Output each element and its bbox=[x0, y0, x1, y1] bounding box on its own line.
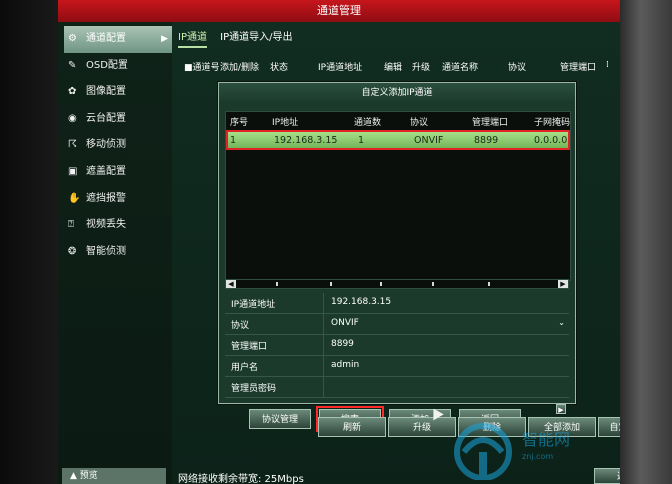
col-status: 状态 bbox=[270, 63, 289, 73]
palette-icon: ✿ bbox=[68, 86, 77, 98]
col-add-delete: 添加/删除 bbox=[220, 63, 260, 73]
grid-col-ip: IP地址 bbox=[272, 118, 299, 128]
col-channel: ■通道号 bbox=[184, 63, 220, 73]
col-name: 通道名称 bbox=[442, 63, 479, 73]
preview-button[interactable]: ▲ 预览 bbox=[62, 468, 166, 484]
col-ip: IP通道地址 bbox=[318, 63, 363, 73]
tab-ip-channel[interactable]: IP通道 bbox=[178, 28, 207, 48]
col-more: ⁞ bbox=[606, 60, 609, 70]
device-list: 序号 IP地址 通道数 协议 管理端口 子网掩码 1 192.168.3.15 … bbox=[225, 111, 571, 281]
username-field[interactable]: admin bbox=[331, 360, 359, 370]
wrench-icon: ✎ bbox=[68, 59, 77, 71]
grid-col-seq: 序号 bbox=[230, 118, 249, 128]
grid-col-channels: 通道数 bbox=[354, 118, 382, 128]
sidebar-item-ptz[interactable]: ◉ 云台配置 bbox=[64, 106, 172, 133]
sidebar-item-channel-config[interactable]: ⚙ 通道配置 ▶ bbox=[64, 26, 172, 53]
ip-field[interactable]: 192.168.3.15 bbox=[331, 297, 391, 307]
gear-icon: ⚙ bbox=[68, 33, 77, 44]
refresh-button[interactable]: 刷新 bbox=[318, 417, 386, 437]
dialog-title: 自定义添加IP通道 bbox=[219, 83, 575, 103]
cell-channels: 1 bbox=[358, 135, 365, 146]
sidebar-item-label: 视频丢失 bbox=[86, 219, 126, 231]
scroll-right-icon[interactable]: ▶ bbox=[556, 404, 566, 414]
smart-icon: ❂ bbox=[68, 245, 77, 257]
sidebar-item-label: 通道配置 bbox=[86, 33, 126, 44]
sidebar-item-label: 遮挡报警 bbox=[86, 192, 126, 204]
sidebar-item-video-loss[interactable]: ⍰ 视频丢失 bbox=[64, 212, 172, 239]
port-label: 管理端口 bbox=[231, 342, 268, 352]
sidebar-item-label: 遮盖配置 bbox=[86, 165, 126, 177]
grid-col-port: 管理端口 bbox=[472, 118, 509, 128]
upgrade-button[interactable]: 升级 bbox=[388, 417, 456, 437]
sidebar-item-image[interactable]: ✿ 图像配置 bbox=[64, 79, 172, 106]
channel-form: IP通道地址 192.168.3.15 协议 ONVIF ⌄ 管理端口 8899… bbox=[225, 293, 569, 398]
col-upgrade: 升级 bbox=[412, 63, 431, 73]
watermark-icon bbox=[454, 423, 512, 481]
scroll-tick bbox=[380, 282, 382, 286]
sidebar-item-tamper[interactable]: ✋ 遮挡报警 bbox=[64, 186, 172, 213]
home-icon: ▲ bbox=[70, 471, 80, 481]
sidebar-item-label: OSD配置 bbox=[86, 59, 128, 71]
main-content: IP通道 IP通道导入/导出 ■通道号 添加/删除 状态 IP通道地址 编辑 升… bbox=[172, 22, 620, 484]
table-row[interactable]: 1 192.168.3.15 1 ONVIF 8899 0.0.0.0 bbox=[226, 130, 570, 150]
scroll-tick bbox=[488, 282, 490, 286]
form-row-ip: IP通道地址 192.168.3.15 bbox=[225, 293, 569, 314]
watermark-text: 智能网 bbox=[522, 430, 571, 449]
form-row-port: 管理端口 8899 bbox=[225, 335, 569, 356]
grid-col-mask: 子网掩码 bbox=[534, 118, 571, 128]
grid-col-protocol: 协议 bbox=[410, 118, 429, 128]
username-label: 用户名 bbox=[231, 363, 259, 373]
tab-ip-import-export[interactable]: IP通道导入/导出 bbox=[220, 28, 292, 46]
form-row-user: 用户名 admin bbox=[225, 356, 569, 377]
bandwidth-status: 网络接收剩余带宽: 25Mbps bbox=[178, 474, 304, 484]
sidebar-item-smart[interactable]: ❂ 智能侦测 bbox=[64, 239, 172, 266]
ip-label: IP通道地址 bbox=[231, 300, 276, 310]
monitor-bezel bbox=[620, 0, 672, 484]
mask-icon: ▣ bbox=[68, 165, 78, 177]
sidebar-item-label: 云台配置 bbox=[86, 112, 126, 124]
scroll-tick bbox=[276, 282, 278, 286]
window-title: 通道管理 bbox=[58, 0, 620, 22]
sidebar: ⚙ 通道配置 ▶ ✎ OSD配置 ✿ 图像配置 ◉ 云台配置 ☈ 移动侦测 ▣ … bbox=[58, 22, 172, 484]
sidebar-item-label: 移动侦测 bbox=[86, 139, 126, 151]
chevron-right-icon: ▶ bbox=[161, 34, 168, 44]
cell-seq: 1 bbox=[230, 135, 237, 146]
protocol-select[interactable]: ONVIF bbox=[331, 318, 359, 328]
hand-icon: ✋ bbox=[68, 192, 81, 204]
cell-ip: 192.168.3.15 bbox=[274, 135, 338, 146]
col-edit: 编辑 bbox=[384, 63, 403, 73]
protocol-label: 协议 bbox=[231, 321, 250, 331]
scroll-right-icon[interactable]: ▶ bbox=[558, 280, 568, 288]
ptz-icon: ◉ bbox=[68, 112, 77, 124]
scroll-tick bbox=[330, 282, 332, 286]
custom-add-dialog: 自定义添加IP通道 序号 IP地址 通道数 协议 管理端口 子网掩码 1 192… bbox=[218, 82, 576, 432]
cell-mask: 0.0.0.0 bbox=[534, 135, 568, 146]
motion-icon: ☈ bbox=[68, 139, 77, 151]
cell-protocol: ONVIF bbox=[414, 135, 444, 146]
password-label: 管理员密码 bbox=[231, 384, 277, 394]
sidebar-item-label: 图像配置 bbox=[86, 86, 126, 98]
scroll-left-icon[interactable]: ◀ bbox=[226, 280, 236, 288]
col-mgmt-port: 管理端口 bbox=[560, 63, 597, 73]
port-field[interactable]: 8899 bbox=[331, 339, 354, 349]
scroll-tick bbox=[432, 282, 434, 286]
protocol-mgmt-button[interactable]: 协议管理 bbox=[249, 409, 311, 429]
sidebar-item-motion[interactable]: ☈ 移动侦测 bbox=[64, 132, 172, 159]
dvr-screen: 通道管理 ⚙ 通道配置 ▶ ✎ OSD配置 ✿ 图像配置 ◉ 云台配置 ☈ 移动… bbox=[58, 0, 620, 484]
tab-bar: IP通道 IP通道导入/导出 bbox=[178, 28, 303, 48]
horizontal-scrollbar[interactable]: ◀ ▶ bbox=[225, 279, 569, 289]
video-icon: ⍰ bbox=[68, 219, 74, 231]
chevron-down-icon[interactable]: ⌄ bbox=[558, 318, 565, 327]
cell-port: 8899 bbox=[474, 135, 499, 146]
sidebar-item-osd[interactable]: ✎ OSD配置 bbox=[64, 53, 172, 80]
form-row-protocol: 协议 ONVIF ⌄ bbox=[225, 314, 569, 335]
sidebar-item-mask[interactable]: ▣ 遮盖配置 bbox=[64, 159, 172, 186]
watermark-subtext: znj.com bbox=[522, 452, 554, 461]
form-row-password: 管理员密码 bbox=[225, 377, 569, 398]
watermark-logo: 智能网 znj.com bbox=[452, 422, 652, 484]
col-protocol: 协议 bbox=[508, 63, 527, 73]
sidebar-item-label: 智能侦测 bbox=[86, 245, 126, 257]
